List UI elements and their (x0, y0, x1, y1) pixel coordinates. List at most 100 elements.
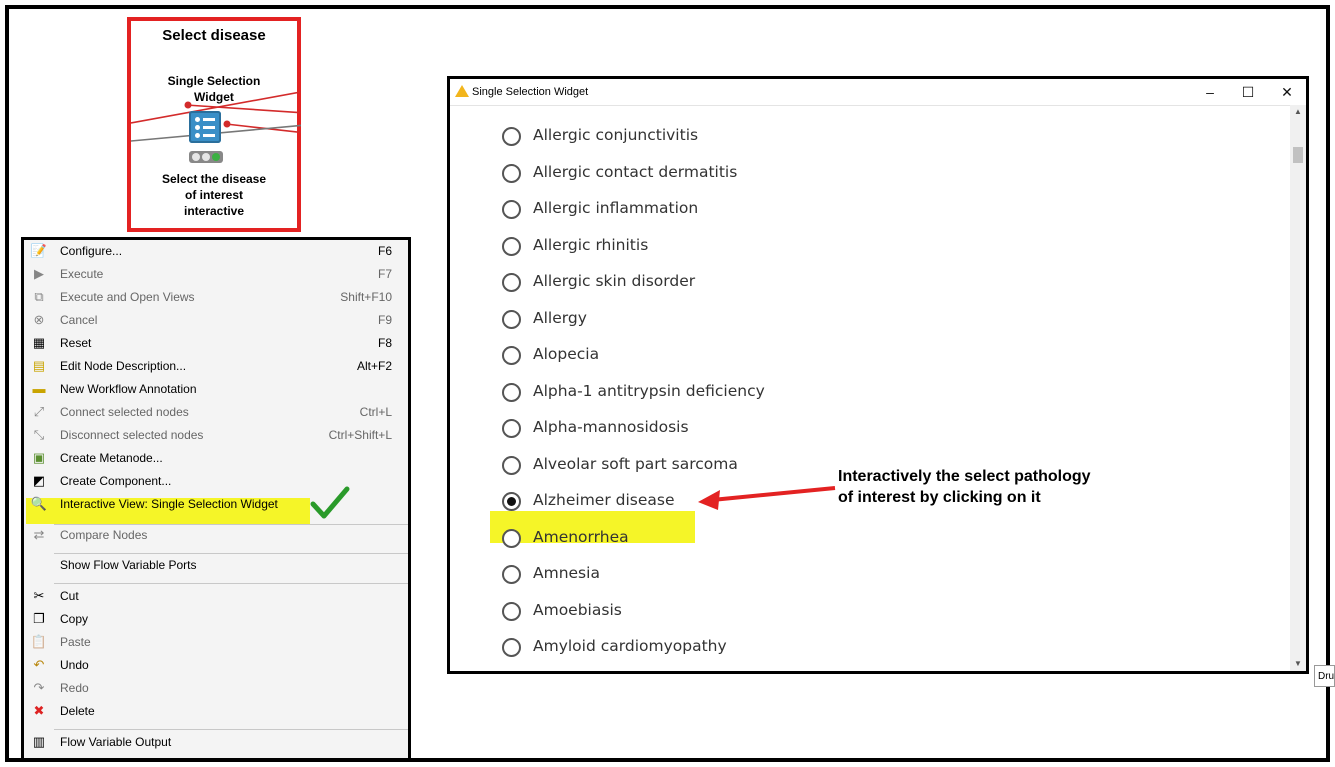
radio-button[interactable] (502, 382, 521, 402)
traffic-light-status-icon (189, 151, 223, 163)
minimize-button[interactable]: – (1200, 82, 1220, 102)
radio-option-label: Alzheimer disease (533, 491, 675, 509)
menu-item-reset[interactable]: ▦ Reset F8 (24, 332, 408, 354)
radio-button[interactable] (502, 492, 521, 511)
menu-item-shortcut: F6 (377, 244, 392, 258)
radio-button[interactable] (502, 455, 521, 475)
menu-item-delete[interactable]: ✖ Delete (24, 700, 408, 722)
radio-button[interactable] (502, 419, 521, 438)
radio-button[interactable] (502, 565, 521, 584)
radio-option-label: Amnesia (533, 564, 600, 582)
scroll-up-icon[interactable]: ▲ (1290, 105, 1306, 119)
single-selection-widget-window[interactable]: Single Selection Widget – ☐ ✕ Allergic c… (447, 76, 1309, 674)
menu-item-edit-node-description[interactable]: ▤ Edit Node Description... Alt+F2 (24, 355, 408, 377)
component-icon: ◩ (32, 473, 46, 488)
scissors-icon: ✂ (33, 588, 45, 603)
radio-button[interactable] (502, 601, 521, 621)
radio-option-label: Allergic rhinitis (533, 235, 649, 254)
menu-item-shortcut: Ctrl+Shift+L (328, 428, 392, 442)
radio-button[interactable] (502, 309, 521, 329)
radio-option-label: Alpha-mannosidosis (533, 418, 689, 436)
radio-button[interactable] (502, 528, 521, 548)
menu-item-cancel[interactable]: ⊗ Cancel F9 (24, 309, 408, 331)
menu-item-new-workflow-annotation[interactable]: ▬ New Workflow Annotation (24, 378, 408, 400)
menu-item-disconnect-selected-nodes[interactable]: ⤡ Disconnect selected nodes Ctrl+Shift+L (24, 424, 408, 446)
menu-item-create-component[interactable]: ◩ Create Component... (24, 470, 408, 492)
close-button[interactable]: ✕ (1277, 82, 1297, 102)
execute-icon: ▶ (34, 266, 44, 281)
menu-item-create-metanode[interactable]: ▣ Create Metanode... (24, 447, 408, 469)
menu-item-copy[interactable]: ❐ Copy (24, 608, 408, 630)
menu-item-paste[interactable]: 📋 Paste (24, 631, 408, 653)
radio-option-label: Allergic contact dermatitis (533, 162, 738, 181)
menu-item-label: Undo (60, 658, 89, 672)
window-title: Single Selection Widget (472, 86, 589, 98)
menu-item-show-flow-variable-ports[interactable]: Show Flow Variable Ports (24, 554, 408, 576)
radio-option-label: Amenorrhea (533, 527, 629, 546)
metanode-icon: ▣ (32, 450, 46, 465)
menu-item-shortcut: F7 (377, 267, 392, 281)
menu-item-shortcut: Ctrl+L (359, 405, 392, 419)
radio-button[interactable] (502, 273, 521, 292)
menu-item-shortcut: F8 (377, 336, 392, 350)
menu-item-configure[interactable]: 📝 Configure... F6 (24, 240, 408, 262)
menu-item-label: Create Metanode... (60, 451, 163, 465)
radio-option-label: Amyloid cardiomyopathy (533, 637, 727, 655)
connect-icon: ⤢ (33, 404, 45, 419)
menu-item-execute-and-open-views[interactable]: ⧉ Execute and Open Views Shift+F10 (24, 286, 408, 308)
window-titlebar[interactable]: Single Selection Widget – ☐ ✕ (450, 79, 1306, 106)
options-list: Allergic conjunctivitis Allergic contact … (450, 105, 1290, 671)
radio-option-label: Alpha-1 antitrypsin deficiency (533, 381, 765, 400)
node-description: Select the disease of interest interacti… (161, 172, 267, 218)
node-panel[interactable]: Select disease Single Selection Widget S… (127, 17, 301, 232)
menu-item-label: Disconnect selected nodes (60, 428, 204, 442)
radio-option-label: Allergy (533, 308, 587, 327)
menu-item-label: Compare Nodes (60, 528, 148, 542)
scroll-down-icon[interactable]: ▼ (1290, 657, 1306, 671)
warning-icon (455, 85, 469, 97)
menu-item-label: Reset (60, 336, 92, 350)
menu-item-label: Delete (60, 704, 95, 718)
menu-item-label: Redo (60, 681, 89, 695)
disconnect-icon: ⤡ (33, 427, 45, 442)
radio-option-label: Alopecia (533, 345, 600, 363)
annotation-line-1: Interactively the select pathology (838, 468, 1091, 485)
menu-item-compare-nodes[interactable]: ⇄ Compare Nodes (24, 524, 408, 546)
menu-item-label: Paste (60, 635, 91, 649)
single-selection-widget-icon[interactable] (189, 111, 221, 143)
radio-button[interactable] (502, 127, 521, 146)
menu-item-interactive-view-single-selection-widget[interactable]: 🔍 Interactive View: Single Selection Widg… (24, 493, 408, 515)
side-tab[interactable]: Dru (1314, 665, 1335, 687)
menu-item-label: Configure... (60, 244, 123, 258)
menu-item-shortcut: Shift+F10 (340, 290, 392, 304)
edit-description-icon: ▤ (32, 358, 46, 373)
menu-item-cut[interactable]: ✂ Cut (24, 585, 408, 607)
menu-item-redo[interactable]: ↷ Redo (24, 677, 408, 699)
menu-separator (54, 729, 408, 730)
menu-item-shortcut: Alt+F2 (356, 359, 392, 373)
delete-icon: ✖ (33, 703, 45, 718)
menu-item-undo[interactable]: ↶ Undo (24, 654, 408, 676)
radio-button[interactable] (502, 200, 521, 219)
compare-icon: ⇄ (33, 527, 45, 542)
menu-separator (54, 553, 408, 554)
radio-button[interactable] (502, 163, 521, 183)
scroll-thumb[interactable] (1293, 147, 1303, 163)
radio-button[interactable] (502, 346, 521, 365)
checkmark-icon (310, 486, 350, 519)
annotation-icon: ▬ (32, 381, 46, 396)
copy-icon: ❐ (33, 611, 45, 626)
vertical-scrollbar[interactable]: ▲ ▼ (1290, 105, 1306, 671)
menu-item-flow-variable-output[interactable]: ▥ Flow Variable Output (24, 731, 408, 753)
menu-item-connect-selected-nodes[interactable]: ⤢ Connect selected nodes Ctrl+L (24, 401, 408, 423)
menu-item-label: Connect selected nodes (60, 405, 189, 419)
configure-icon: 📝 (30, 243, 48, 258)
maximize-button[interactable]: ☐ (1238, 82, 1258, 102)
menu-separator (54, 524, 408, 525)
radio-option-label: Allergic skin disorder (533, 272, 696, 290)
radio-button[interactable] (502, 236, 521, 256)
menu-item-execute[interactable]: ▶ Execute F7 (24, 263, 408, 285)
execute-open-views-icon: ⧉ (34, 289, 44, 304)
reset-icon: ▦ (32, 335, 46, 350)
radio-button[interactable] (502, 638, 521, 657)
